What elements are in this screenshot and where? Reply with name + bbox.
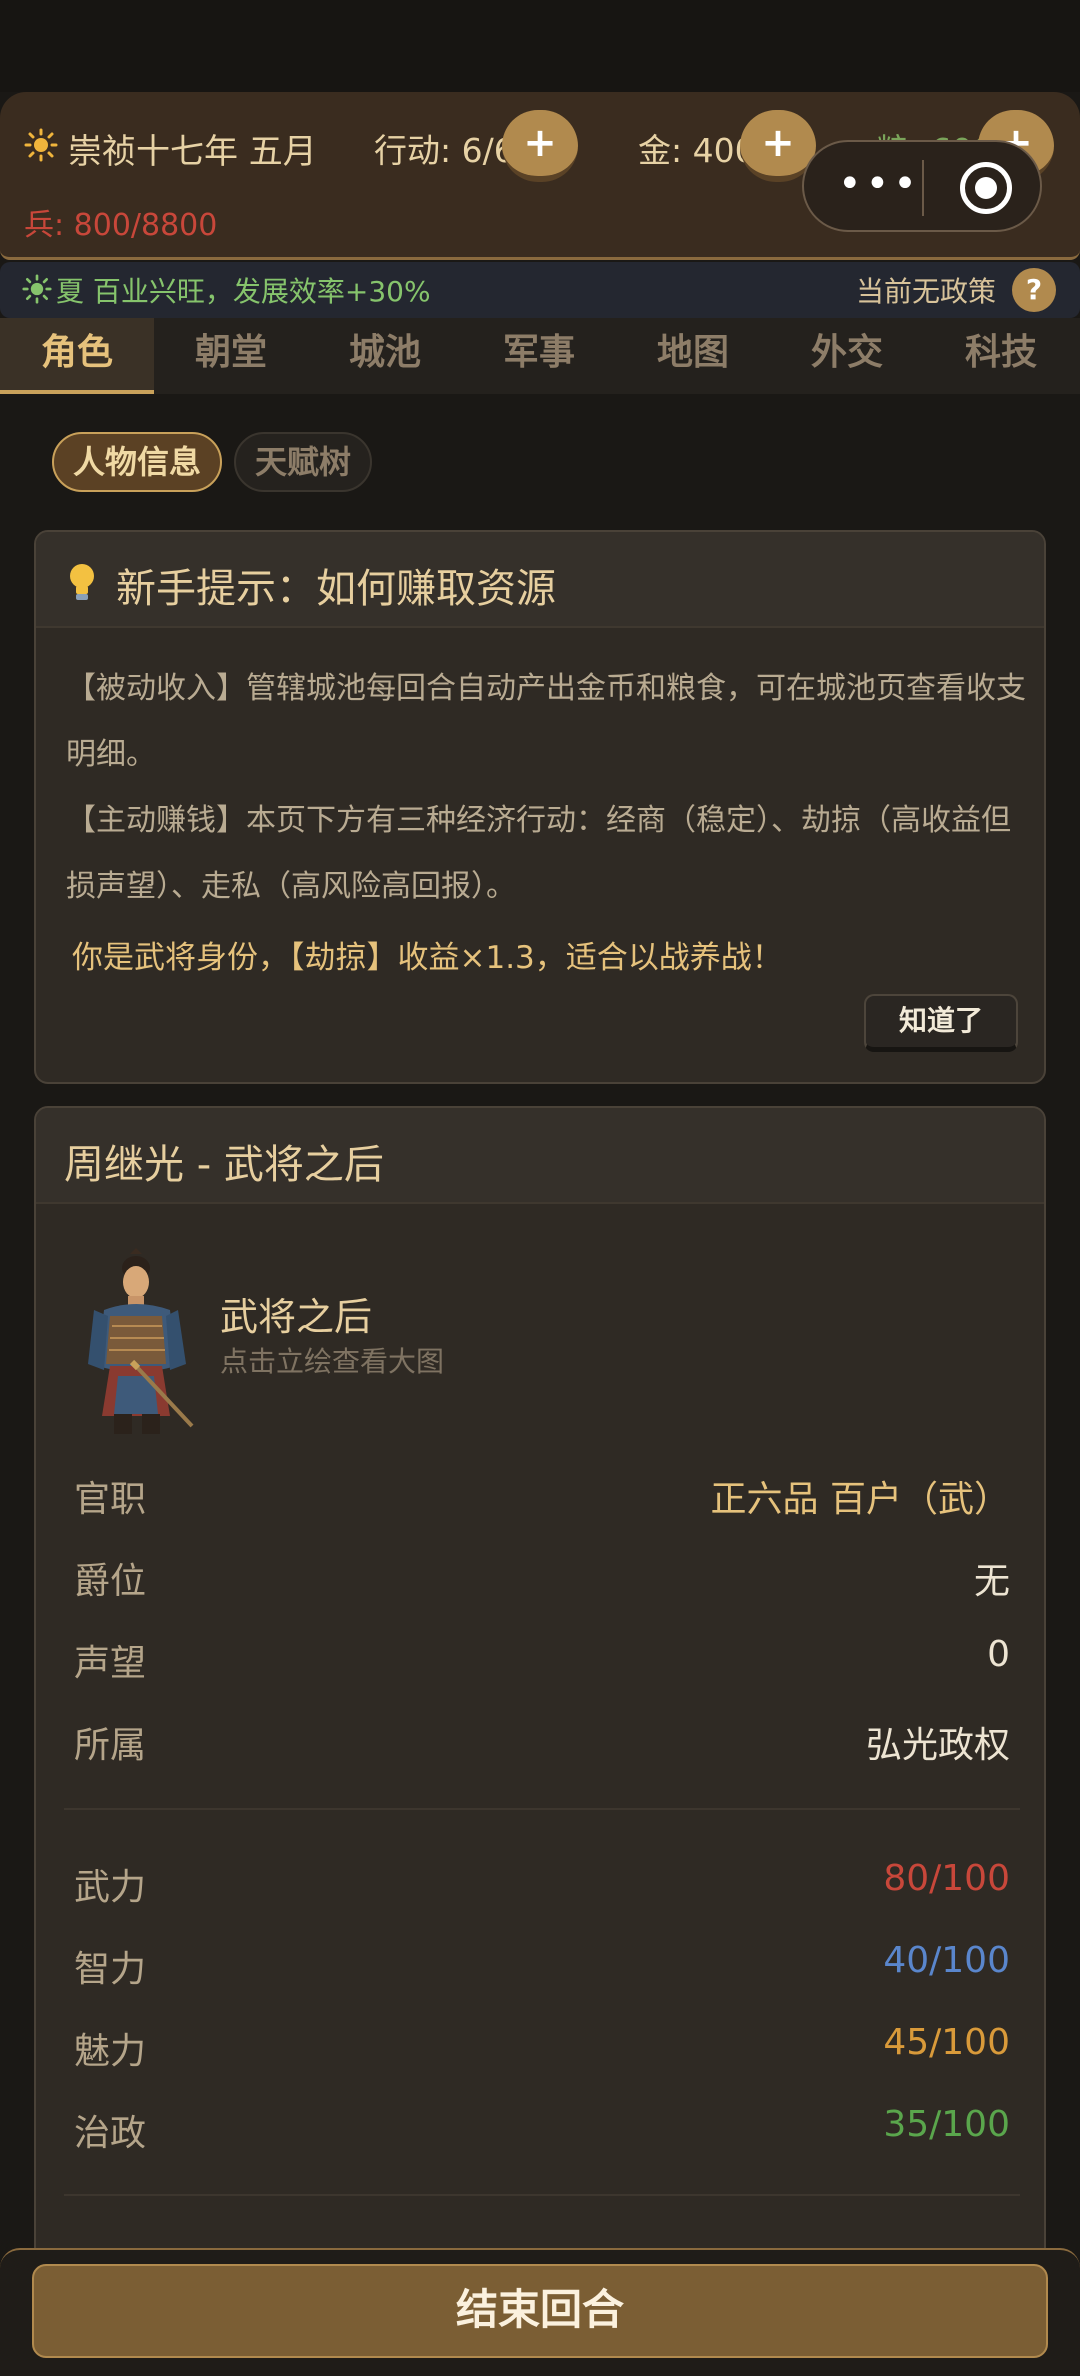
gold-text: 金: 400	[638, 131, 756, 170]
info-row-title: 爵位 无	[74, 1552, 1010, 1612]
end-turn-button[interactable]: 结束回合	[32, 2264, 1048, 2358]
faction-label: 所属	[74, 1725, 147, 1766]
tab-map[interactable]: 地图	[616, 318, 770, 394]
rank-value: 正六品 百户（武）	[710, 1479, 1010, 1520]
close-target-icon[interactable]	[960, 162, 1012, 214]
subtab-talent-tree[interactable]: 天赋树	[234, 432, 372, 492]
attr-row-charisma: 魅力 45/100	[74, 2022, 1010, 2082]
tab-technology[interactable]: 科技	[924, 318, 1078, 394]
bottom-bar: 结束回合	[0, 2248, 1080, 2376]
nobility-label: 爵位	[74, 1561, 147, 1602]
subtab-profile[interactable]: 人物信息	[52, 432, 222, 492]
policy-status-text: 当前无政策	[855, 275, 996, 308]
season-bar: 夏 百业兴旺，发展效率+30% 当前无政策 ?	[0, 262, 1080, 318]
sun-icon	[22, 274, 52, 304]
character-title: 周继光 - 武将之后	[64, 1142, 384, 1188]
lightbulb-icon	[70, 564, 94, 600]
governance-value: 35/100	[883, 2104, 1010, 2145]
tab-military[interactable]: 军事	[462, 318, 616, 394]
rank-label: 官职	[74, 1479, 147, 1520]
governance-label: 治政	[74, 2113, 147, 2154]
help-button[interactable]: ?	[1012, 268, 1056, 312]
faction-value: 弘光政权	[865, 1725, 1010, 1766]
section-divider	[64, 1808, 1020, 1810]
actions-text: 行动: 6/6	[374, 131, 515, 170]
sun-icon	[24, 128, 58, 162]
nobility-value: 无	[973, 1561, 1010, 1602]
tip-passive-income: 【被动收入】管辖城池每回合自动产出金币和粮食，可在城池页查看收支明细。	[66, 671, 1026, 772]
attr-row-governance: 治政 35/100	[74, 2104, 1010, 2164]
force-label: 武力	[74, 1867, 147, 1908]
beginner-tip-card: 新手提示：如何赚取资源 【被动收入】管辖城池每回合自动产出金币和粮食，可在城池页…	[34, 530, 1046, 1084]
tab-cities[interactable]: 城池	[308, 318, 462, 394]
character-identity: 武将之后	[220, 1295, 373, 1339]
prestige-value: 0	[987, 1634, 1010, 1675]
soldiers-text: 兵: 800/8800	[24, 208, 218, 243]
character-card-header: 周继光 - 武将之后	[36, 1108, 1044, 1204]
more-icon[interactable]: •••	[838, 164, 918, 206]
intellect-value: 40/100	[883, 1940, 1010, 1981]
tip-title: 新手提示：如何赚取资源	[116, 566, 556, 612]
portrait-hint: 点击立绘查看大图	[220, 1345, 445, 1378]
tab-court[interactable]: 朝堂	[154, 318, 308, 394]
charisma-value: 45/100	[883, 2022, 1010, 2063]
character-portrait[interactable]	[74, 1246, 202, 1436]
attr-row-force: 武力 80/100	[74, 1858, 1010, 1918]
season-effect-text: 夏 百业兴旺，发展效率+30%	[56, 275, 431, 308]
info-row-prestige: 声望 0	[74, 1634, 1010, 1694]
capsule-divider	[922, 160, 924, 216]
miniprogram-capsule: •••	[802, 140, 1042, 232]
got-it-button[interactable]: 知道了	[864, 994, 1018, 1052]
attr-row-intellect: 智力 40/100	[74, 1940, 1010, 2000]
tab-character[interactable]: 角色	[0, 318, 154, 394]
tip-card-header: 新手提示：如何赚取资源	[36, 532, 1044, 628]
charisma-label: 魅力	[74, 2031, 147, 2072]
info-row-rank: 官职 正六品 百户（武）	[74, 1470, 1010, 1530]
section-divider	[64, 2194, 1020, 2196]
date-text: 崇祯十七年 五月	[68, 132, 317, 172]
info-row-faction: 所属 弘光政权	[74, 1716, 1010, 1776]
prestige-label: 声望	[74, 1643, 147, 1684]
main-tabs: 角色 朝堂 城池 军事 地图 外交 科技	[0, 318, 1080, 394]
tip-active-income: 【主动赚钱】本页下方有三种经济行动：经商（稳定）、劫掠（高收益但损声望）、走私（…	[66, 803, 1011, 904]
force-value: 80/100	[883, 1858, 1010, 1899]
tab-diplomacy[interactable]: 外交	[770, 318, 924, 394]
tip-role-bonus: 你是武将身份，【劫掠】收益×1.3，适合以战养战！	[72, 940, 783, 976]
character-card: 周继光 - 武将之后 武将之后 点击立绘查看大图 官职 正六品 百户（武） 爵位…	[34, 1106, 1046, 2266]
add-actions-button[interactable]: +	[502, 110, 578, 182]
status-bar	[0, 0, 1080, 92]
intellect-label: 智力	[74, 1949, 147, 1990]
